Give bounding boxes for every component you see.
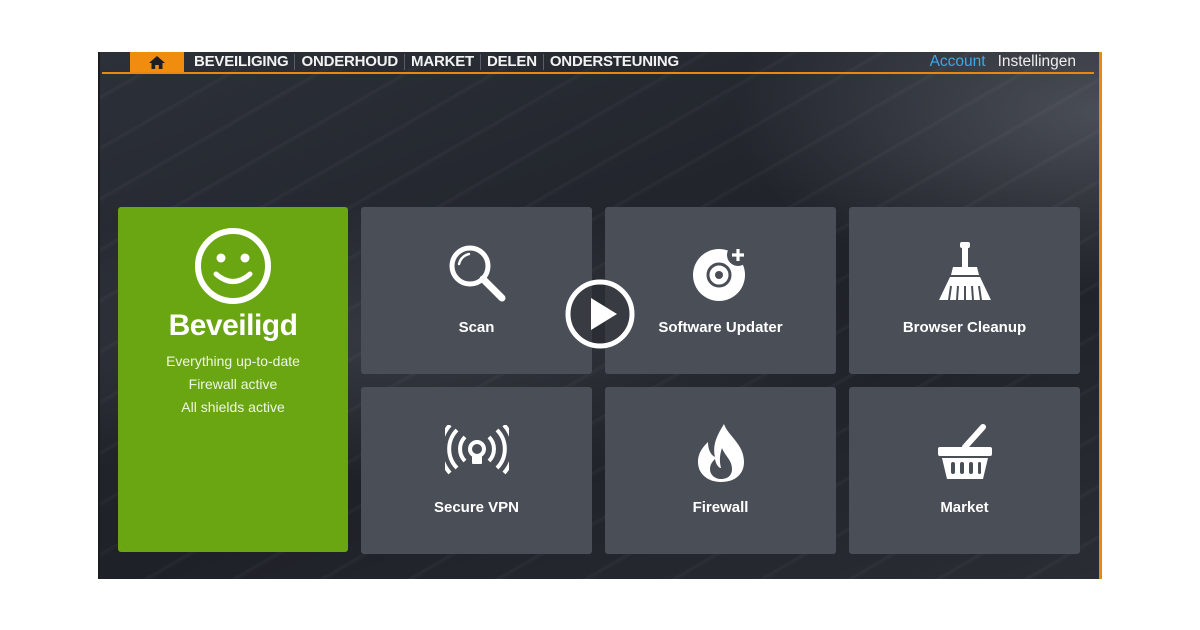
tile-firewall[interactable]: Firewall: [605, 387, 836, 554]
tile-browser-cleanup-label: Browser Cleanup: [902, 319, 1027, 336]
tile-scan[interactable]: Scan: [361, 207, 592, 374]
account-link[interactable]: Account: [930, 53, 986, 71]
home-icon: [149, 55, 165, 69]
tile-scan-label: Scan: [458, 319, 495, 336]
tile-software-updater[interactable]: Software Updater: [605, 207, 836, 374]
nav-item-market[interactable]: MARKET: [405, 52, 480, 72]
nav-item-delen[interactable]: DELEN: [481, 52, 543, 72]
status-title: Beveiligd: [168, 309, 298, 342]
nav-menu: BEVEILIGING ONDERHOUD MARKET DELEN ONDER…: [188, 52, 685, 72]
magnifier-icon: [449, 245, 505, 302]
disc-plus-icon: [692, 244, 749, 301]
security-status-panel[interactable]: Beveiligd Everything up-to-date Firewall…: [118, 207, 348, 552]
home-tab[interactable]: [130, 52, 184, 72]
flame-icon: [697, 424, 744, 482]
top-navigation: BEVEILIGING ONDERHOUD MARKET DELEN ONDER…: [98, 52, 1102, 74]
status-line-updates: Everything up-to-date: [166, 353, 300, 369]
vpn-signal-icon: [444, 425, 509, 475]
basket-icon: [937, 424, 992, 479]
nav-item-ondersteuning[interactable]: ONDERSTEUNING: [544, 52, 685, 72]
window-left-border: [98, 52, 100, 579]
settings-link[interactable]: Instellingen: [998, 53, 1076, 71]
nav-right-links: Account Instellingen: [930, 52, 1076, 72]
play-icon[interactable]: [565, 279, 635, 349]
nav-underline: [102, 72, 1094, 74]
status-line-shields: All shields active: [181, 399, 285, 415]
tile-secure-vpn[interactable]: Secure VPN: [361, 387, 592, 554]
tile-software-updater-label: Software Updater: [658, 319, 783, 336]
tile-secure-vpn-label: Secure VPN: [433, 499, 520, 516]
tile-firewall-label: Firewall: [692, 499, 749, 516]
nav-item-onderhoud[interactable]: ONDERHOUD: [295, 52, 404, 72]
status-line-firewall: Firewall active: [188, 376, 278, 392]
app-window: BEVEILIGING ONDERHOUD MARKET DELEN ONDER…: [98, 52, 1102, 579]
broom-icon: [938, 242, 991, 301]
tile-market[interactable]: Market: [849, 387, 1080, 554]
smiley-icon: [195, 228, 271, 304]
tile-market-label: Market: [940, 499, 989, 516]
window-right-border: [1099, 52, 1102, 579]
nav-item-beveiliging[interactable]: BEVEILIGING: [188, 52, 294, 72]
tile-browser-cleanup[interactable]: Browser Cleanup: [849, 207, 1080, 374]
